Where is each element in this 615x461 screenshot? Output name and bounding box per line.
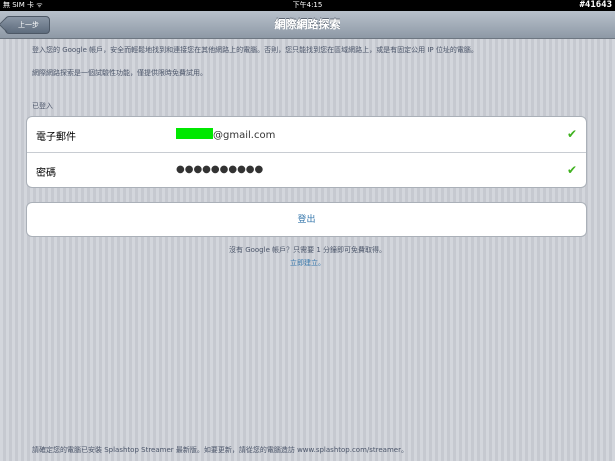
streamer-update-note: 請確定您的電腦已安裝 Splashtop Streamer 最新版。如要更新，請…: [32, 446, 408, 454]
create-account-link[interactable]: 立即建立。: [0, 258, 615, 268]
redaction-box: [176, 128, 213, 139]
email-value: @gmail.com: [176, 128, 275, 141]
checkmark-icon: ✔: [566, 163, 577, 177]
section-label-signed-in: 已登入: [32, 102, 53, 110]
email-label: 電子郵件: [36, 132, 76, 143]
back-button[interactable]: 上一步: [5, 16, 50, 34]
page-title: 網際網路探索: [274, 18, 341, 31]
info-text-trial: 網際網路探索是一個試驗性功能，僅提供限時免費試用。: [32, 69, 207, 77]
info-text-account: 登入您的 Google 帳戶，安全而輕鬆地找到和連接您在其他網路上的電腦。否則，…: [32, 46, 478, 54]
back-button-label: 上一步: [18, 21, 39, 29]
status-bar: 無 SIM 卡 ᯤ 下午4:15 #41643: [0, 0, 615, 11]
password-label: 密碼: [36, 168, 56, 179]
navigation-bar: 網際網路探索 上一步: [0, 11, 615, 39]
password-value: ●●●●●●●●●●: [176, 164, 264, 175]
email-row[interactable]: 電子郵件 @gmail.com ✔: [27, 117, 586, 153]
login-info-card: 電子郵件 @gmail.com ✔ 密碼 ●●●●●●●●●● ✔: [26, 116, 587, 188]
status-time: 下午4:15: [292, 1, 323, 9]
password-row[interactable]: 密碼 ●●●●●●●●●● ✔: [27, 153, 586, 188]
sign-out-button[interactable]: 登出: [26, 202, 587, 237]
watermark-label: #41643: [579, 0, 612, 10]
email-domain: @gmail.com: [213, 130, 276, 141]
signup-prompt: 沒有 Google 帳戶？只需要 1 分鐘即可免費取得。: [228, 246, 387, 254]
checkmark-icon: ✔: [566, 127, 577, 141]
sign-out-label: 登出: [297, 215, 316, 225]
